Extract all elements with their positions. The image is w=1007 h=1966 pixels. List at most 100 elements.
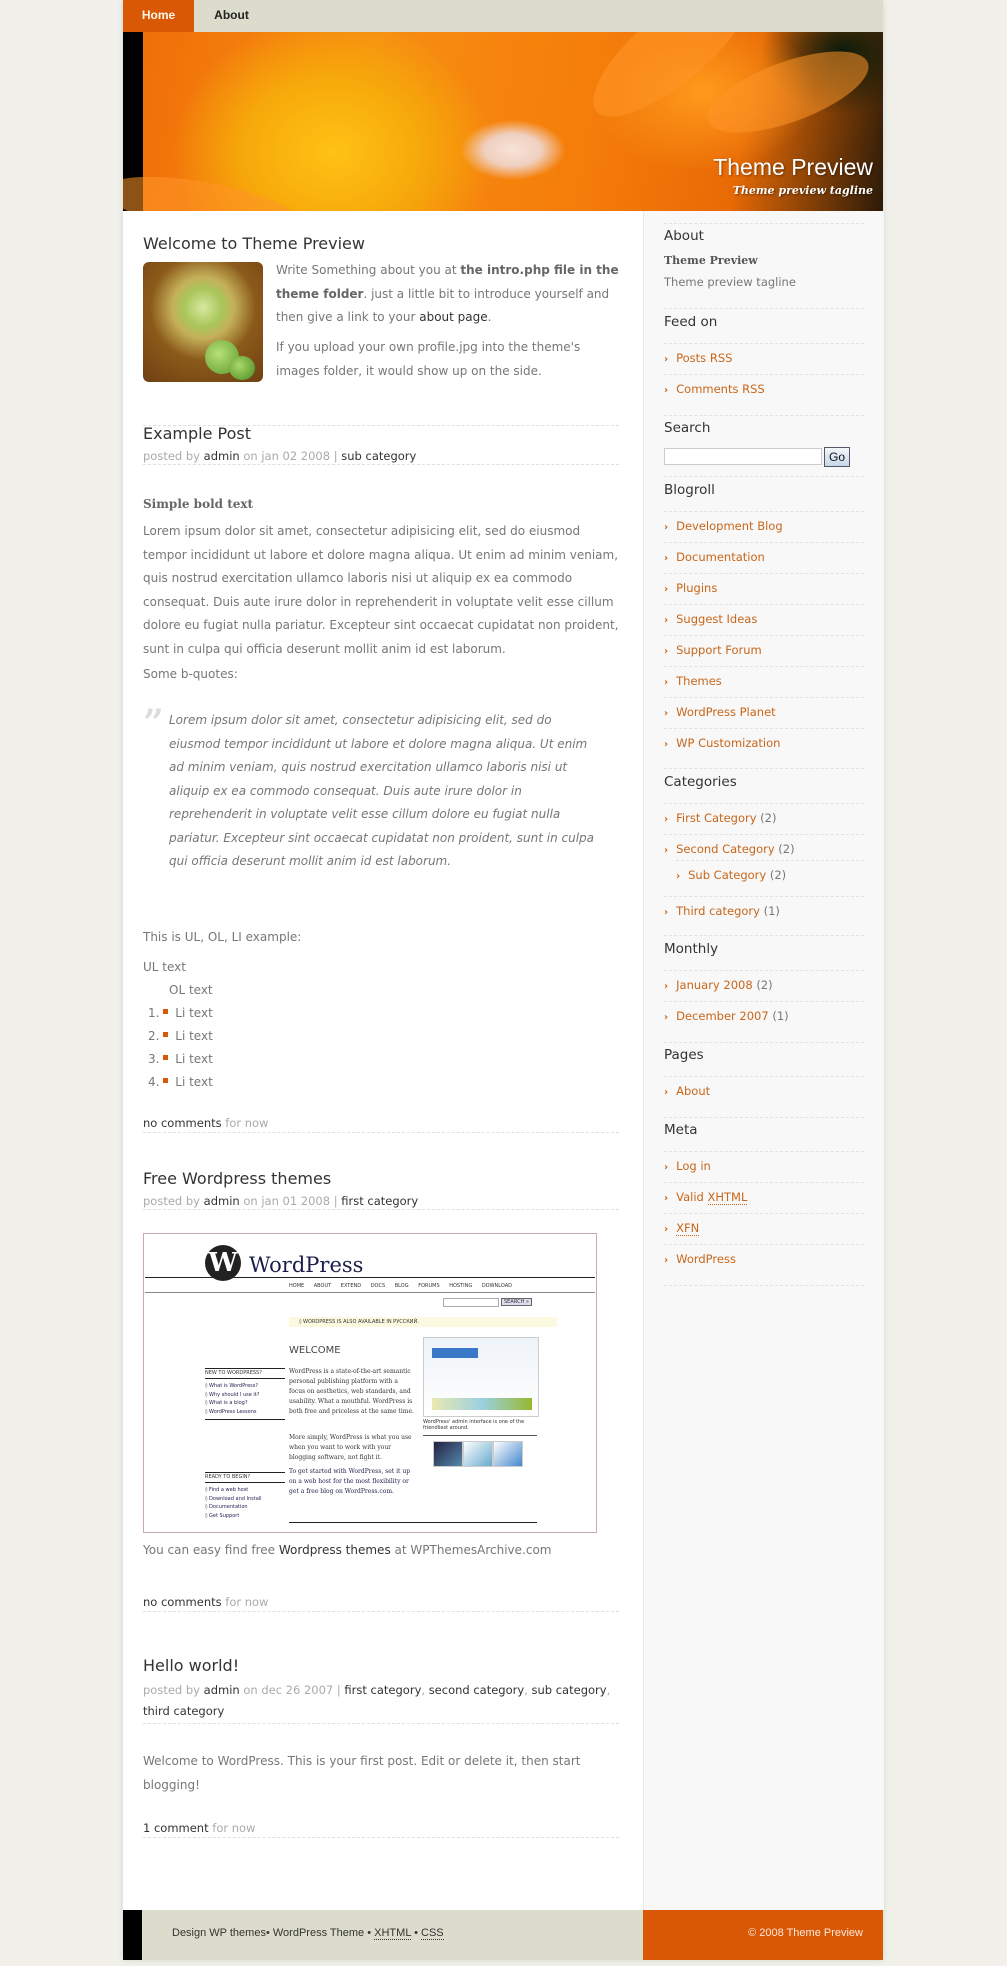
wp-ready-heading: READY TO BEGIN?	[205, 1474, 251, 1480]
sidebar-item-development-blog[interactable]: › Development Blog	[664, 519, 783, 533]
post-category-link[interactable]: first category	[341, 1194, 418, 1208]
chevron-right-icon: ›	[664, 708, 669, 719]
sidebar-meta-valid-xhtml[interactable]: › Valid XHTML	[664, 1190, 748, 1205]
sidebar-pages-title: Pages	[664, 1047, 704, 1063]
post-category-link[interactable]: sub category	[532, 1683, 607, 1697]
list-label: This is UL, OL, LI example:	[143, 930, 302, 944]
sidebar-categories-title: Categories	[664, 774, 737, 790]
chevron-right-icon: ›	[664, 584, 669, 595]
about-page-link[interactable]: about page	[419, 310, 487, 324]
post-comments: no comments for now	[143, 1595, 619, 1612]
chevron-right-icon: ›	[664, 677, 669, 688]
wordpress-screenshot-image: W WordPress HOME ABOUT EXTEND DOCS BLOG …	[143, 1233, 597, 1533]
divider	[664, 834, 864, 835]
sidebar-item-wordpress-planet[interactable]: › WordPress Planet	[664, 705, 776, 719]
footer-black-bar	[123, 1910, 142, 1960]
post-category-link[interactable]: third category	[143, 1704, 224, 1718]
sidebar-category-third[interactable]: › Third category (1)	[664, 904, 780, 918]
comments-link[interactable]: 1 comment	[143, 1821, 209, 1835]
sidebar-meta-login[interactable]: › Log in	[664, 1159, 711, 1173]
sidebar-item-support-forum[interactable]: › Support Forum	[664, 643, 762, 657]
sidebar-item-themes[interactable]: › Themes	[664, 674, 722, 688]
post-paragraph: Welcome to WordPress. This is your first…	[143, 1754, 581, 1792]
intro-title: Welcome to Theme Preview	[143, 234, 365, 253]
divider	[664, 970, 864, 971]
search-go-button[interactable]: Go	[824, 447, 850, 467]
post-author-link[interactable]: admin	[204, 1194, 240, 1208]
post-free-themes: Free Wordpress themes posted by admin on…	[143, 1169, 619, 1612]
post-title[interactable]: Hello world!	[143, 1656, 619, 1675]
divider	[664, 1285, 864, 1286]
sidebar-page-about[interactable]: › About	[664, 1084, 710, 1098]
sidebar-meta-wordpress[interactable]: › WordPress	[664, 1252, 736, 1266]
post-title[interactable]: Free Wordpress themes	[143, 1169, 619, 1188]
wordpress-theme-link[interactable]: WordPress Theme	[273, 1927, 364, 1939]
bullet-icon	[163, 1009, 169, 1014]
li-item: 4. Li text	[148, 1075, 213, 1089]
divider	[664, 666, 864, 667]
footer-credits: Design WP themes• WordPress Theme • XHTM…	[142, 1910, 643, 1960]
comments-link[interactable]: no comments	[143, 1116, 222, 1130]
post-category-link[interactable]: second category	[429, 1683, 525, 1697]
nav-tab-home[interactable]: Home	[123, 0, 194, 32]
post-comments: no comments for now	[143, 1116, 619, 1133]
divider	[664, 896, 864, 897]
chevron-right-icon: ›	[664, 907, 669, 918]
sidebar-item-suggest-ideas[interactable]: › Suggest Ideas	[664, 612, 757, 626]
sidebar-month-january-2008[interactable]: › January 2008 (2)	[664, 978, 773, 992]
sidebar-category-sub[interactable]: › Sub Category (2)	[676, 868, 786, 882]
divider	[664, 935, 864, 936]
site-title[interactable]: Theme Preview	[713, 154, 873, 181]
sidebar-month-december-2007[interactable]: › December 2007 (1)	[664, 1009, 789, 1023]
chevron-right-icon: ›	[664, 615, 669, 626]
header-banner: Theme Preview Theme preview tagline	[123, 32, 883, 211]
wp-search-btn: SEARCH »	[501, 1298, 532, 1306]
wp-admin-thumb	[423, 1337, 539, 1417]
post-example: Example Post posted by admin on jan 02 2…	[143, 424, 619, 1133]
post-meta: posted by admin on jan 01 2008 | first c…	[143, 1194, 619, 1210]
sidebar-category-second[interactable]: › Second Category (2)	[664, 842, 795, 856]
divider	[664, 768, 864, 769]
wordpress-logo-icon: W	[205, 1245, 241, 1281]
intro-paragraph-2: If you upload your own profile.jpg into …	[276, 340, 581, 378]
design-wp-themes-link[interactable]: Design WP themes	[172, 1927, 266, 1939]
chevron-right-icon: ›	[664, 646, 669, 657]
sidebar-item-comments-rss[interactable]: › Comments RSS	[664, 382, 765, 396]
post-author-link[interactable]: admin	[204, 1683, 240, 1697]
divider	[664, 1213, 864, 1214]
divider	[664, 415, 864, 416]
divider	[664, 476, 864, 477]
ul-text: UL text	[143, 960, 186, 974]
wp-welcome: WELCOME	[289, 1345, 341, 1356]
sidebar-meta-xfn[interactable]: › XFN	[664, 1221, 700, 1236]
nav-tab-about[interactable]: About	[194, 0, 269, 32]
chevron-right-icon: ›	[664, 385, 669, 396]
css-link[interactable]: CSS	[421, 1927, 444, 1940]
post-category-link[interactable]: sub category	[341, 449, 416, 463]
divider	[664, 803, 864, 804]
search-input[interactable]	[664, 448, 822, 465]
sidebar-item-documentation[interactable]: › Documentation	[664, 550, 765, 564]
sidebar-meta-title: Meta	[664, 1122, 698, 1138]
sidebar-item-wp-customization[interactable]: › WP Customization	[664, 736, 780, 750]
li-item: 3. Li text	[148, 1052, 213, 1066]
profile-image	[143, 262, 263, 382]
post-category-link[interactable]: first category	[344, 1683, 421, 1697]
divider	[664, 1244, 864, 1245]
wordpress-themes-link[interactable]: Wordpress themes	[279, 1543, 391, 1557]
sidebar-category-first[interactable]: › First Category (2)	[664, 811, 776, 825]
image-caption: You can easy find free Wordpress themes …	[143, 1543, 552, 1557]
copyright-text: © 2008 Theme Preview	[748, 1927, 863, 1939]
page-container: Home About Theme Preview Theme preview t…	[123, 0, 884, 1960]
xhtml-link[interactable]: XHTML	[374, 1927, 412, 1940]
footer-credits-text: Design WP themes• WordPress Theme • XHTM…	[172, 1927, 444, 1940]
comments-link[interactable]: no comments	[143, 1595, 222, 1609]
sidebar-item-posts-rss[interactable]: › Posts RSS	[664, 351, 732, 365]
sidebar-item-plugins[interactable]: › Plugins	[664, 581, 717, 595]
divider	[664, 728, 864, 729]
post-title[interactable]: Example Post	[143, 424, 619, 443]
post-author-link[interactable]: admin	[204, 449, 240, 463]
sidebar-monthly-title: Monthly	[664, 941, 719, 957]
chevron-right-icon: ›	[664, 845, 669, 856]
wp-side-caption: WordPress' admin interface is one of the…	[423, 1419, 525, 1431]
